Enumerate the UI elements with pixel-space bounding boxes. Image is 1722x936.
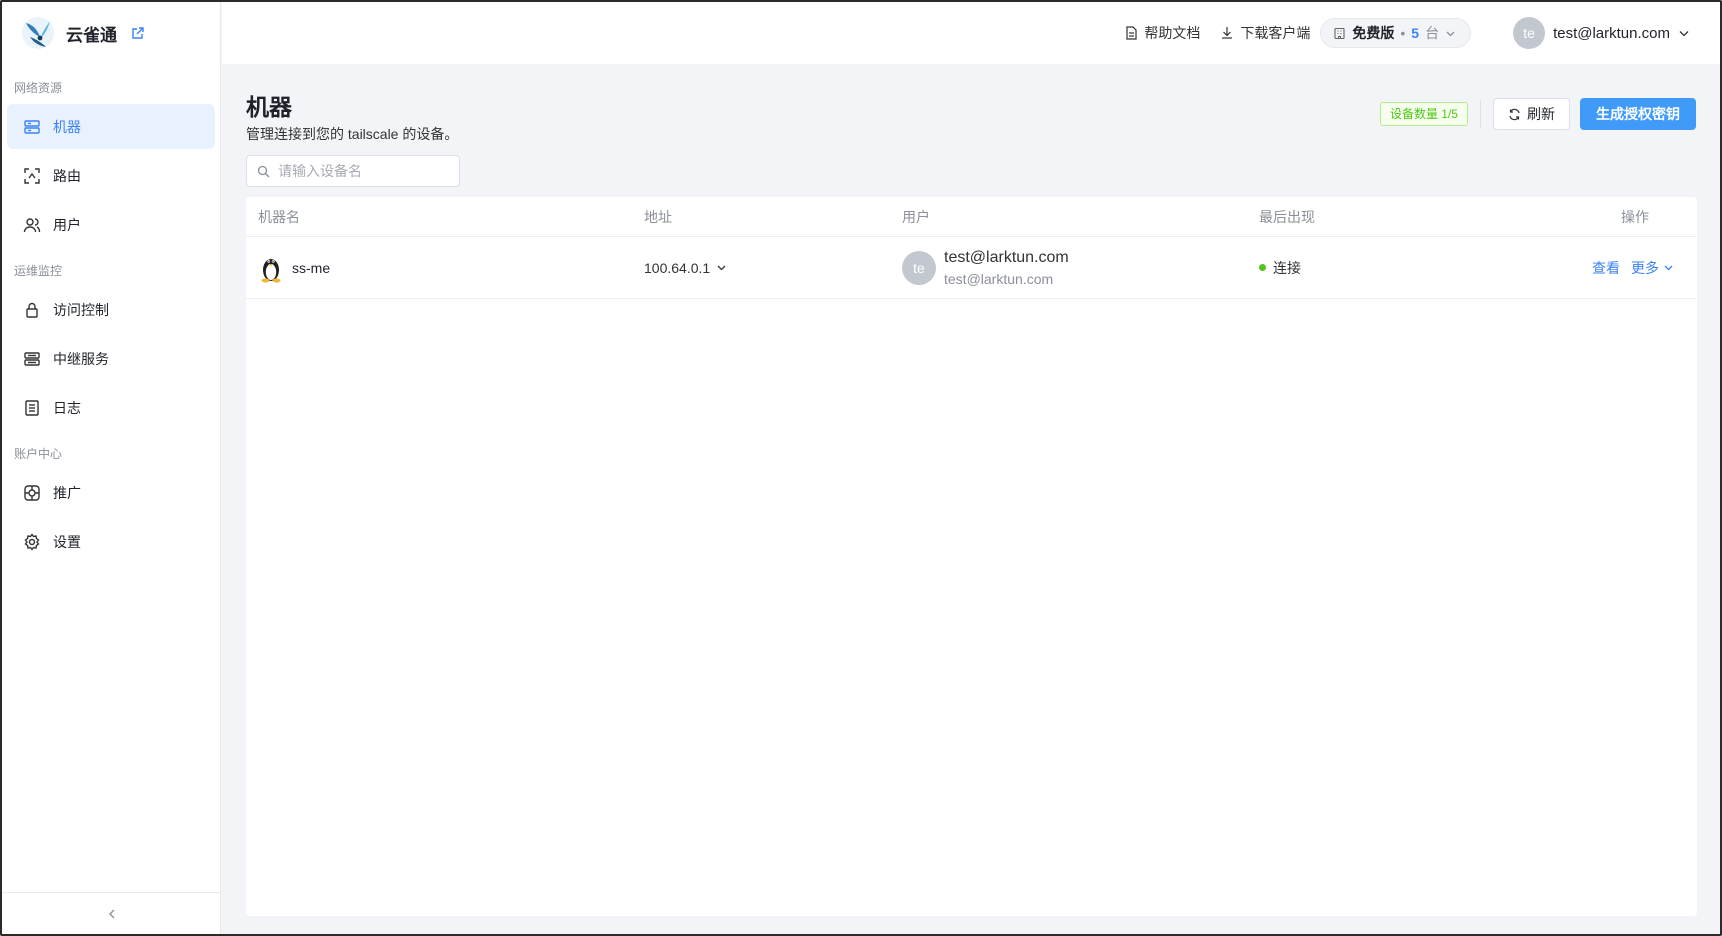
external-link-icon[interactable] xyxy=(131,26,145,40)
section-label-account: 账户中心 xyxy=(14,447,63,461)
more-dropdown[interactable]: 更多 xyxy=(1631,258,1674,278)
sidebar-item-access-control[interactable]: 访问控制 xyxy=(7,287,215,332)
avatar: te xyxy=(902,250,936,285)
sidebar-item-label: 路由 xyxy=(53,167,81,184)
page-actions: 设备数量 1/5 刷新 生成授权密钥 xyxy=(1379,98,1696,130)
user-email: test@larktun.com xyxy=(1553,24,1670,42)
help-docs-label: 帮助文档 xyxy=(1144,25,1201,41)
sidebar-item-users[interactable]: 用户 xyxy=(7,202,215,247)
divider xyxy=(1480,100,1481,128)
chevron-left-icon xyxy=(108,909,114,918)
download-icon xyxy=(1222,27,1233,39)
search-input[interactable] xyxy=(278,163,448,179)
column-header-actions: 操作 xyxy=(1621,208,1649,225)
chevron-down-icon xyxy=(1664,265,1673,271)
sidebar-item-routes[interactable]: 路由 xyxy=(7,153,215,198)
relay-server-icon xyxy=(24,351,40,366)
user-menu[interactable]: te test@larktun.com xyxy=(1513,17,1690,49)
avatar: te xyxy=(1513,17,1546,49)
machine-address: 100.64.0.1 xyxy=(644,259,711,276)
column-header-user[interactable]: 用户 xyxy=(902,207,1259,227)
column-header-name[interactable]: 机器名 xyxy=(246,207,644,227)
machine-name: ss-me xyxy=(292,259,331,276)
log-icon xyxy=(25,399,39,416)
lark-bird-logo xyxy=(22,17,54,49)
status-text: 连接 xyxy=(1273,259,1301,276)
address-dropdown[interactable]: 100.64.0.1 xyxy=(644,260,902,276)
sidebar-item-promote[interactable]: 推广 xyxy=(7,470,215,515)
refresh-label: 刷新 xyxy=(1527,106,1555,122)
page-subtitle: 管理连接到您的 tailscale 的设备。 xyxy=(246,126,459,142)
sidebar-item-label: 推广 xyxy=(53,484,81,501)
user-cell: te test@larktun.com test@larktun.com xyxy=(902,249,1259,287)
sidebar-item-label: 访问控制 xyxy=(53,301,109,318)
user-name: test@larktun.com xyxy=(944,248,1069,266)
generate-auth-key-label: 生成授权密钥 xyxy=(1596,106,1680,122)
top-header: 帮助文档 下载客户端 免费版 • 5 台 te test@larktun.com xyxy=(222,2,1720,64)
section-label-ops: 运维监控 xyxy=(14,264,63,278)
app-window: 云雀通 网络资源 机器 路由 用户 运维监控 访问控制 中继服务 日志 账户中心… xyxy=(0,0,1722,936)
column-header-address[interactable]: 地址 xyxy=(644,207,902,227)
sidebar-collapse-button[interactable] xyxy=(2,892,221,934)
plan-unit: 台 xyxy=(1425,25,1440,41)
sidebar: 云雀通 网络资源 机器 路由 用户 运维监控 访问控制 中继服务 日志 账户中心… xyxy=(2,2,221,934)
sidebar-item-label: 日志 xyxy=(53,399,81,416)
status-badge: 连接 xyxy=(1259,258,1529,278)
sidebar-item-label: 设置 xyxy=(53,533,81,550)
device-search[interactable] xyxy=(246,155,460,187)
view-link[interactable]: 查看 xyxy=(1592,258,1620,278)
lock-icon xyxy=(26,302,38,318)
table-header: 机器名 地址 用户 最后出现 操作 xyxy=(246,197,1697,237)
table-row: ss-me 100.64.0.1 te test@larktun.com tes… xyxy=(246,237,1697,299)
gear-icon xyxy=(24,532,40,551)
help-docs-link[interactable]: 帮助文档 xyxy=(1124,23,1200,43)
brand[interactable]: 云雀通 xyxy=(2,2,220,64)
column-header-last-seen[interactable]: 最后出现 xyxy=(1259,207,1529,227)
plan-selector[interactable]: 免费版 • 5 台 xyxy=(1320,18,1472,48)
building-icon xyxy=(1334,27,1345,39)
sidebar-item-label: 中继服务 xyxy=(53,350,109,367)
download-client-label: 下载客户端 xyxy=(1240,25,1311,41)
chevron-down-icon xyxy=(1446,31,1455,36)
download-client-link[interactable]: 下载客户端 xyxy=(1220,23,1310,43)
linux-tux-icon xyxy=(261,258,281,282)
refresh-button[interactable]: 刷新 xyxy=(1493,98,1570,130)
document-icon xyxy=(1126,26,1137,40)
refresh-icon xyxy=(1509,108,1520,120)
device-count-badge: 设备数量 1/5 xyxy=(1379,102,1468,126)
app-name: 云雀通 xyxy=(66,25,117,45)
machines-table: 机器名 地址 用户 最后出现 操作 ss-me 100.64.0.1 te te… xyxy=(246,197,1697,916)
route-scan-icon xyxy=(24,167,40,184)
sidebar-item-settings[interactable]: 设置 xyxy=(7,519,215,564)
sidebar-item-logs[interactable]: 日志 xyxy=(7,385,215,430)
plan-name: 免费版 xyxy=(1352,25,1395,41)
status-dot xyxy=(1259,264,1266,271)
user-email: test@larktun.com xyxy=(944,270,1054,287)
plan-count: 5 xyxy=(1411,25,1420,41)
more-label: 更多 xyxy=(1631,259,1659,276)
row-actions: 查看 更多 xyxy=(1529,258,1697,278)
sidebar-item-machines[interactable]: 机器 xyxy=(7,104,215,149)
promote-icon xyxy=(24,484,40,501)
sidebar-item-relay[interactable]: 中继服务 xyxy=(7,336,215,381)
section-label-network: 网络资源 xyxy=(14,81,63,95)
sidebar-item-label: 用户 xyxy=(53,216,81,233)
page-title: 机器 xyxy=(246,94,292,120)
server-icon xyxy=(24,119,40,134)
search-icon xyxy=(257,165,270,177)
chevron-down-icon xyxy=(717,265,726,271)
plan-separator: • xyxy=(1400,25,1406,41)
machine-cell[interactable]: ss-me xyxy=(258,253,644,283)
generate-auth-key-button[interactable]: 生成授权密钥 xyxy=(1580,98,1696,130)
chevron-down-icon xyxy=(1679,31,1689,37)
sidebar-item-label: 机器 xyxy=(53,118,81,135)
main-content: 机器 管理连接到您的 tailscale 的设备。 设备数量 1/5 刷新 生成… xyxy=(222,64,1720,934)
users-icon xyxy=(23,217,41,232)
